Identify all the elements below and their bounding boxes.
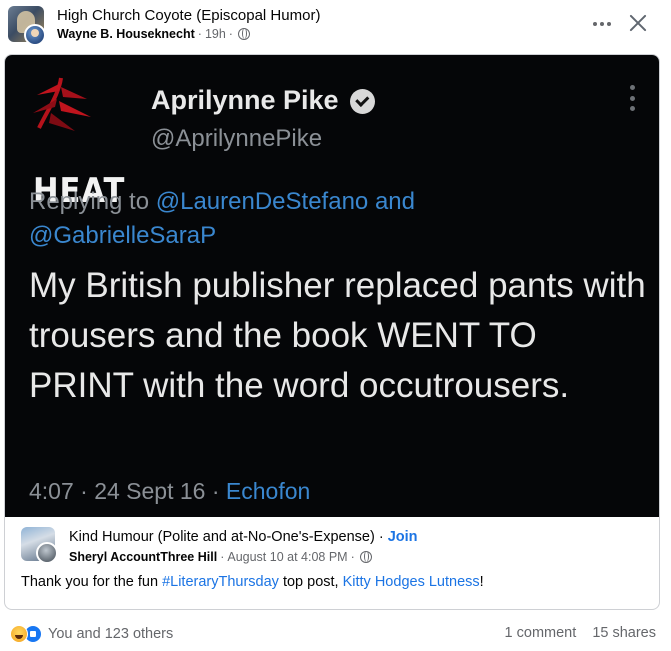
tweet-body: My British publisher replaced pants with…: [29, 266, 646, 405]
reactions-summary[interactable]: You and 123 others: [10, 624, 173, 644]
heat-logo-graphic: [33, 77, 91, 131]
tweet-screenshot-image[interactable]: HEAT Aprilynne Pike @AprilynnePike Reply…: [5, 55, 659, 517]
shared-group-line: Kind Humour (Polite and at-No-One's-Expe…: [69, 529, 418, 545]
tweet-more-icon: [630, 85, 636, 111]
haha-reaction-icon: [10, 625, 28, 643]
author-avatar[interactable]: [24, 24, 46, 46]
more-options-button[interactable]: [590, 12, 614, 36]
engagement-counts: 1 comment 15 shares: [505, 625, 656, 641]
tweet-source: Echofon: [225, 478, 311, 504]
shared-group-name[interactable]: Kind Humour (Polite and at-No-One's-Expe…: [69, 529, 375, 545]
separator: ·: [228, 27, 233, 41]
more-horizontal-icon: [593, 22, 597, 26]
post-time[interactable]: 19h: [205, 27, 226, 41]
shared-post-meta: Sheryl AccountThree Hill · August 10 at …: [69, 550, 372, 564]
globe-icon: [237, 28, 250, 40]
close-icon[interactable]: [625, 10, 651, 36]
post-header: High Church Coyote (Episcopal Humor) Way…: [0, 0, 671, 52]
shared-post-text: Thank you for the fun #LiteraryThursday …: [21, 574, 484, 590]
hashtag-link[interactable]: #LiteraryThursday: [162, 574, 279, 590]
group-name[interactable]: High Church Coyote (Episcopal Humor): [57, 7, 320, 24]
mention-link[interactable]: Kitty Hodges Lutness: [343, 574, 480, 590]
tweet-footer: 4:07 · 24 Sept 16 · Echofon: [29, 478, 310, 505]
comments-count[interactable]: 1 comment: [505, 625, 577, 641]
shared-post-time[interactable]: August 10 at 4:08 PM: [227, 550, 347, 564]
separator: ·: [197, 27, 202, 41]
globe-icon: [359, 551, 372, 563]
shared-post-card[interactable]: HEAT Aprilynne Pike @AprilynnePike Reply…: [4, 54, 660, 610]
tweet-mention: @GabrielleSaraP: [29, 222, 217, 249]
tweet-handle: @AprilynnePike: [151, 125, 323, 152]
join-button[interactable]: Join: [388, 529, 418, 545]
tweet-mention: @LaurenDeStefano: [155, 188, 369, 215]
tweet-time: 4:07 · 24 Sept 16 ·: [29, 478, 220, 504]
shared-author-name[interactable]: Sheryl AccountThree Hill: [69, 550, 217, 564]
tweet-author-name: Aprilynne Pike: [151, 85, 339, 115]
tweet-replying-to: Replying to @LaurenDeStefano and @Gabrie…: [29, 188, 415, 249]
verified-icon: [350, 89, 375, 114]
reactions-count[interactable]: You and 123 others: [48, 626, 173, 642]
author-name[interactable]: Wayne B. Houseknecht: [57, 27, 195, 41]
shared-author-avatar[interactable]: [36, 542, 58, 564]
shares-count[interactable]: 15 shares: [592, 625, 656, 641]
post-meta: Wayne B. Houseknecht · 19h ·: [57, 27, 250, 41]
